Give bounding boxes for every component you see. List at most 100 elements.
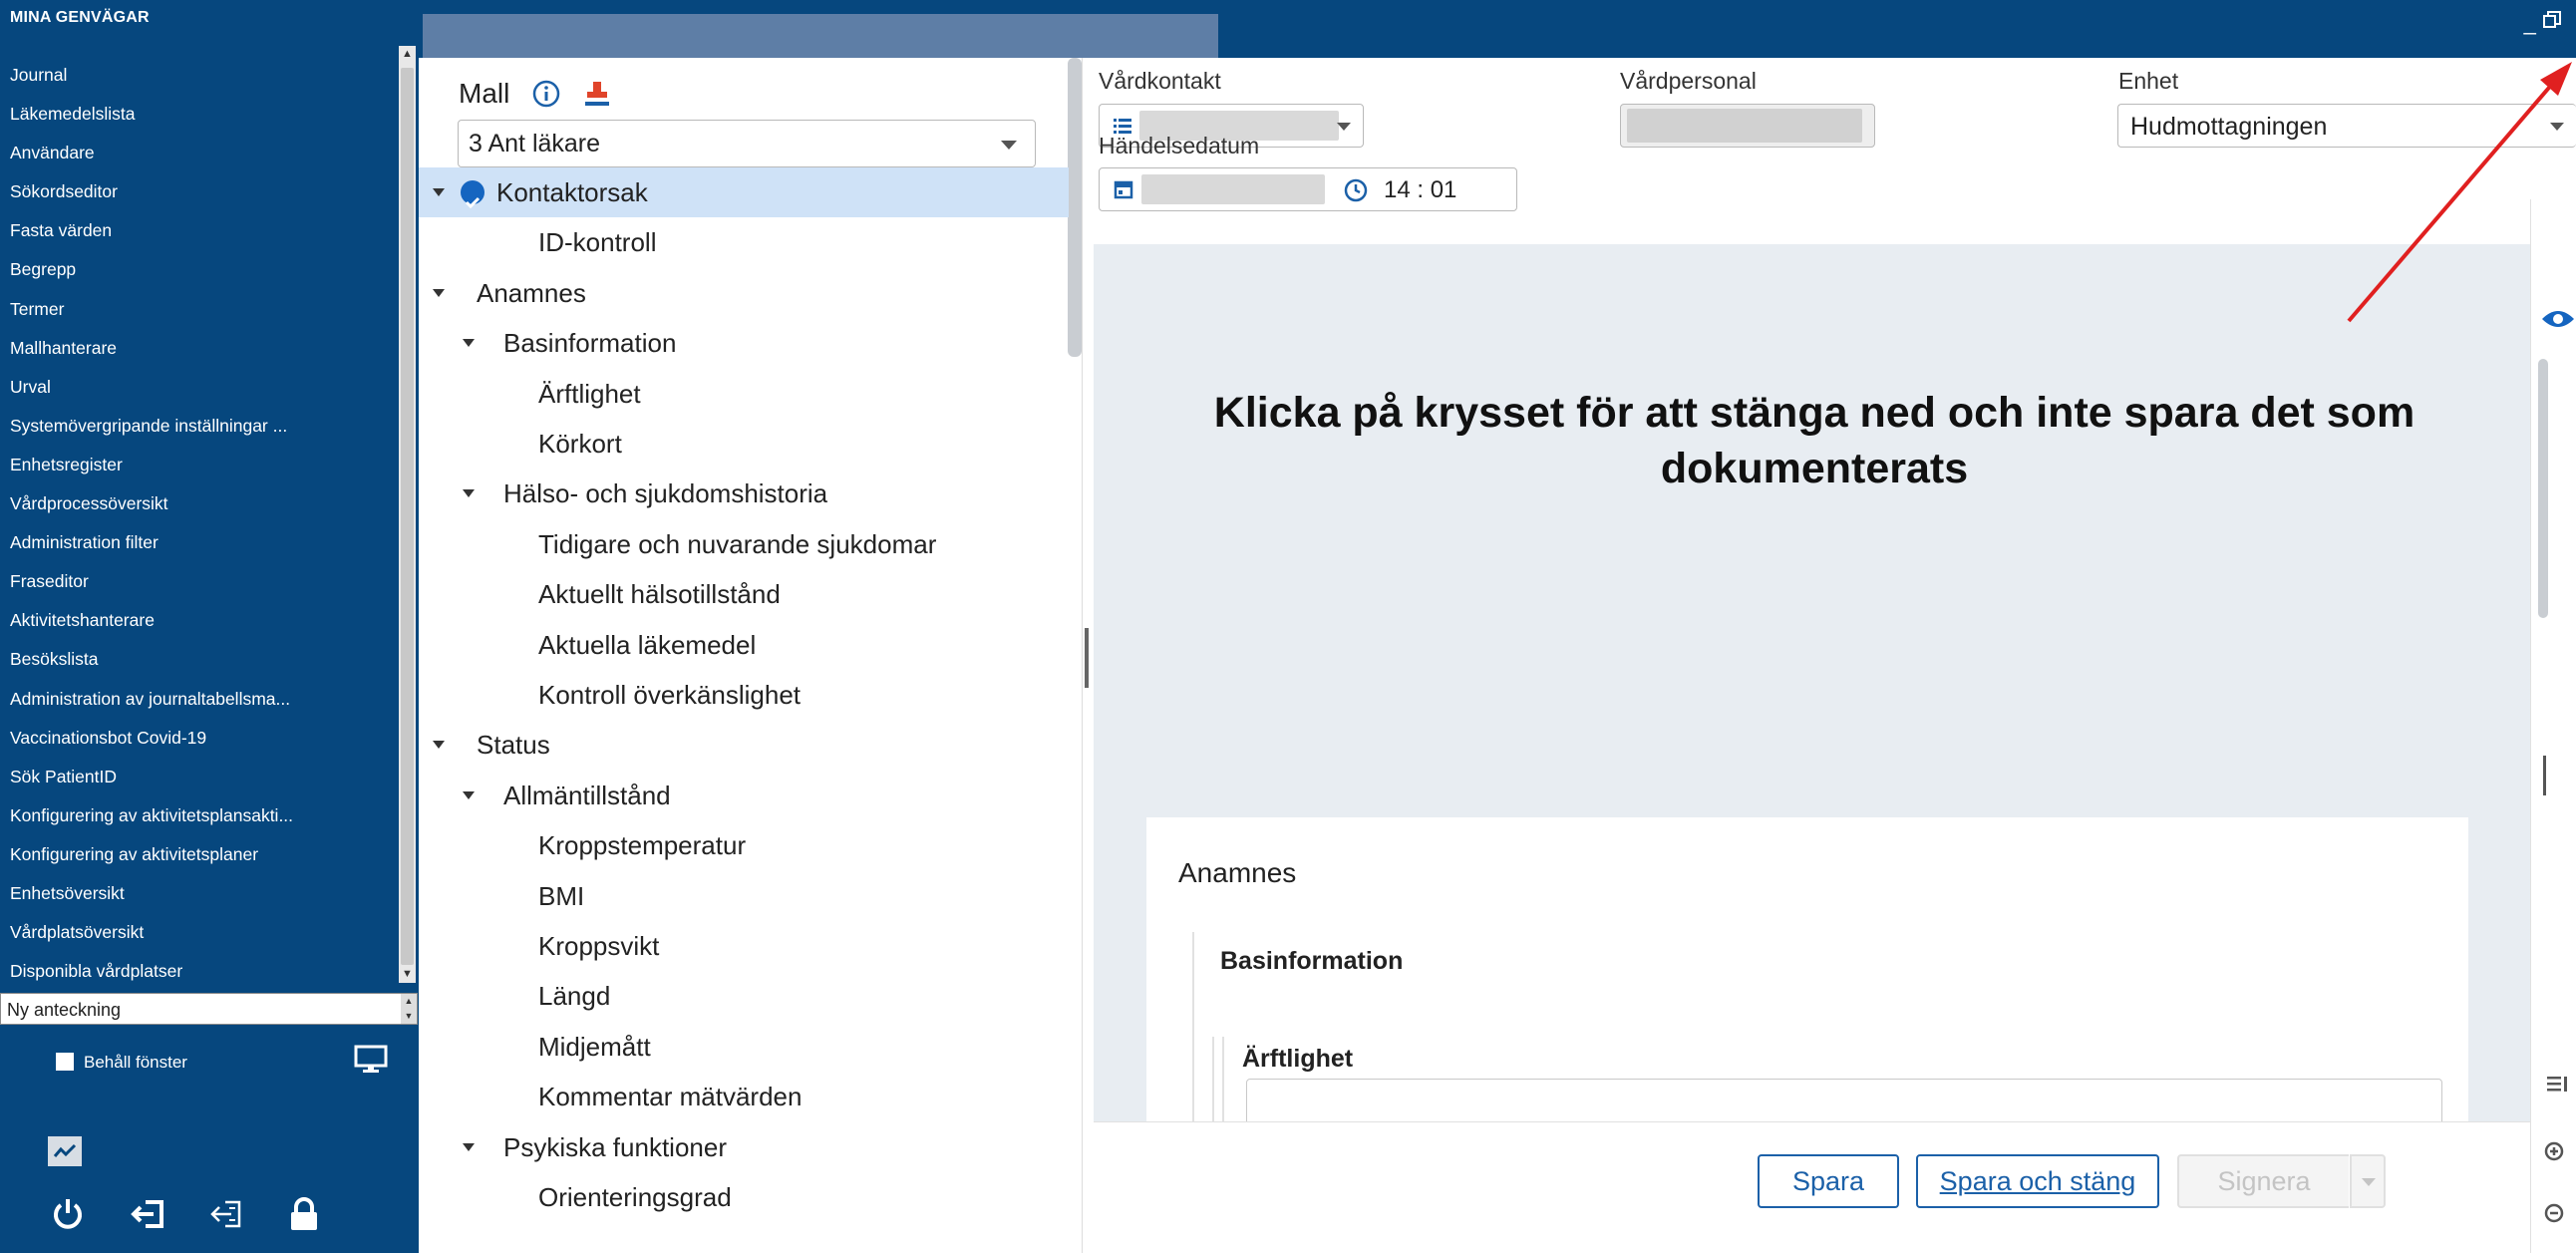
shortcut-item[interactable]: Mallhanterare: [10, 329, 394, 368]
redacted-date: [1141, 174, 1325, 204]
shortcut-item[interactable]: Termer: [10, 290, 394, 329]
tree-node[interactable]: Tidigare och nuvarande sjukdomar: [419, 519, 1069, 569]
zoom-in-icon[interactable]: [2543, 1140, 2567, 1169]
shortcut-item[interactable]: Disponibla vårdplatser: [10, 952, 394, 991]
enhet-select[interactable]: Hudmottagningen: [2117, 104, 2576, 148]
shortcut-item[interactable]: Sök PatientID: [10, 758, 394, 796]
handelsedatum-field[interactable]: 14 : 01: [1099, 167, 1517, 211]
tree-node[interactable]: Längd: [419, 971, 1069, 1021]
keep-window-checkbox[interactable]: Behåll fönster: [56, 1052, 187, 1074]
tree-node-label: Längd: [538, 981, 611, 1012]
shortcut-item[interactable]: Administration av journaltabellsma...: [10, 680, 394, 719]
expand-toggle-icon[interactable]: [463, 1142, 475, 1151]
monitor-icon[interactable]: [354, 1045, 388, 1080]
scroll-up-icon[interactable]: ▲: [399, 46, 416, 63]
shortcut-item[interactable]: Systemövergripande inställningar ...: [10, 407, 394, 446]
tree-node[interactable]: Kontroll överkänslighet: [419, 670, 1069, 720]
section-title: Basinformation: [1220, 947, 1404, 975]
outline-icon[interactable]: [2545, 1073, 2569, 1101]
expand-toggle-icon[interactable]: [463, 339, 475, 348]
tree-node-label: Midjemått: [538, 1031, 651, 1062]
lock-icon[interactable]: [287, 1196, 321, 1237]
sign-dropdown-button[interactable]: [2350, 1154, 2386, 1208]
tree-node[interactable]: Kontaktorsak: [419, 167, 1069, 217]
shortcut-item[interactable]: Begrepp: [10, 250, 394, 289]
tree-node[interactable]: Hälso- och sjukdomshistoria: [419, 469, 1069, 518]
vardpersonal-field[interactable]: [1620, 104, 1875, 148]
tree-node[interactable]: Körkort: [419, 419, 1069, 469]
restore-window-icon[interactable]: [2542, 10, 2562, 35]
info-icon[interactable]: [532, 80, 560, 113]
template-scrollbar[interactable]: [1068, 58, 1082, 357]
tree-node[interactable]: Anamnes: [419, 268, 1069, 318]
power-icon[interactable]: [50, 1196, 86, 1237]
new-note-select[interactable]: Ny anteckning ▲ ▼: [0, 993, 418, 1025]
stamp-icon[interactable]: [584, 80, 610, 113]
tree-node[interactable]: Orienteringsgrad: [419, 1172, 1069, 1222]
spinner-icon[interactable]: ▲ ▼: [401, 994, 417, 1024]
tree-node[interactable]: Midjemått: [419, 1022, 1069, 1072]
zoom-out-icon[interactable]: [2543, 1202, 2567, 1231]
tree-node[interactable]: ID-kontroll: [419, 217, 1069, 267]
tree-node[interactable]: BMI: [419, 871, 1069, 921]
note-card: Anamnes Basinformation Ärftlighet: [1146, 817, 2468, 1138]
scroll-thumb[interactable]: [401, 68, 414, 965]
tree-node[interactable]: Aktuellt hälsotillstånd: [419, 569, 1069, 619]
switch-user-icon[interactable]: [207, 1196, 245, 1237]
expand-toggle-icon[interactable]: [433, 288, 445, 297]
expand-toggle-icon[interactable]: [463, 790, 475, 799]
tree-node[interactable]: Basinformation: [419, 318, 1069, 368]
shortcut-item[interactable]: Fasta värden: [10, 211, 394, 250]
tree-node-label: Aktuellt hälsotillstånd: [538, 579, 781, 610]
tree-node-label: Tidigare och nuvarande sjukdomar: [538, 528, 937, 559]
tree-node[interactable]: Kroppsvikt: [419, 921, 1069, 971]
tree-node[interactable]: Allmäntillstånd: [419, 771, 1069, 820]
tree-node[interactable]: Kommentar mätvärden: [419, 1072, 1069, 1121]
calendar-icon[interactable]: [1114, 179, 1133, 204]
editor-scrollbar[interactable]: [2538, 359, 2548, 618]
save-and-close-button[interactable]: Spara och stäng: [1916, 1154, 2159, 1208]
eye-icon[interactable]: [2540, 305, 2576, 338]
panel-splitter[interactable]: [1085, 628, 1089, 688]
shortcut-item[interactable]: Journal: [10, 56, 394, 95]
expand-toggle-icon[interactable]: [433, 188, 445, 196]
tree-node[interactable]: Kroppstemperatur: [419, 820, 1069, 870]
shortcut-item[interactable]: Fraseditor: [10, 562, 394, 601]
shortcut-item[interactable]: Urval: [10, 368, 394, 407]
shortcut-item[interactable]: Vårdprocessöversikt: [10, 484, 394, 523]
shortcut-item[interactable]: Aktivitetshanterare: [10, 601, 394, 640]
tree-node[interactable]: Aktuella läkemedel: [419, 620, 1069, 670]
sidebar-scrollbar[interactable]: ▲ ▼: [399, 46, 416, 983]
resize-handle[interactable]: [2543, 756, 2546, 795]
expand-toggle-icon[interactable]: [463, 489, 475, 498]
logout-icon[interactable]: [130, 1196, 167, 1237]
shortcut-item[interactable]: Besökslista: [10, 640, 394, 679]
tree-node[interactable]: Psykiska funktioner: [419, 1122, 1069, 1172]
shortcut-item[interactable]: Enhetsregister: [10, 446, 394, 484]
document-tab[interactable]: [423, 14, 1218, 58]
shortcut-item[interactable]: Konfigurering av aktivitetsplaner: [10, 835, 394, 874]
tree-node-label: Kontroll överkänslighet: [538, 680, 802, 710]
sign-button[interactable]: Signera: [2177, 1154, 2349, 1208]
shortcut-item[interactable]: Enhetsöversikt: [10, 874, 394, 913]
save-button[interactable]: Spara: [1758, 1154, 1899, 1208]
shortcut-item[interactable]: Vårdplatsöversikt: [10, 913, 394, 952]
chart-icon[interactable]: [48, 1136, 82, 1166]
checkbox-icon[interactable]: [56, 1053, 74, 1071]
shortcut-item[interactable]: Vaccinationsbot Covid-19: [10, 719, 394, 758]
expand-toggle-icon[interactable]: [433, 741, 445, 750]
shortcut-item[interactable]: Administration filter: [10, 523, 394, 562]
scroll-down-icon[interactable]: ▼: [399, 966, 416, 983]
tree-node-label: Orienteringsgrad: [538, 1182, 732, 1212]
shortcut-item[interactable]: Sökordseditor: [10, 172, 394, 211]
shortcut-item[interactable]: Konfigurering av aktivitetsplansakti...: [10, 796, 394, 835]
shortcut-item[interactable]: Läkemedelslista: [10, 95, 394, 134]
template-select[interactable]: 3 Ant läkare: [458, 120, 1036, 167]
tree-node-label: Aktuella läkemedel: [538, 629, 757, 660]
clock-icon[interactable]: [1344, 178, 1368, 207]
tree-node[interactable]: Status: [419, 720, 1069, 770]
tree-node[interactable]: Ärftlighet: [419, 369, 1069, 419]
minimize-button[interactable]: _: [2524, 10, 2536, 35]
shortcut-item[interactable]: Användare: [10, 134, 394, 172]
chevron-down-icon: [2550, 123, 2564, 131]
